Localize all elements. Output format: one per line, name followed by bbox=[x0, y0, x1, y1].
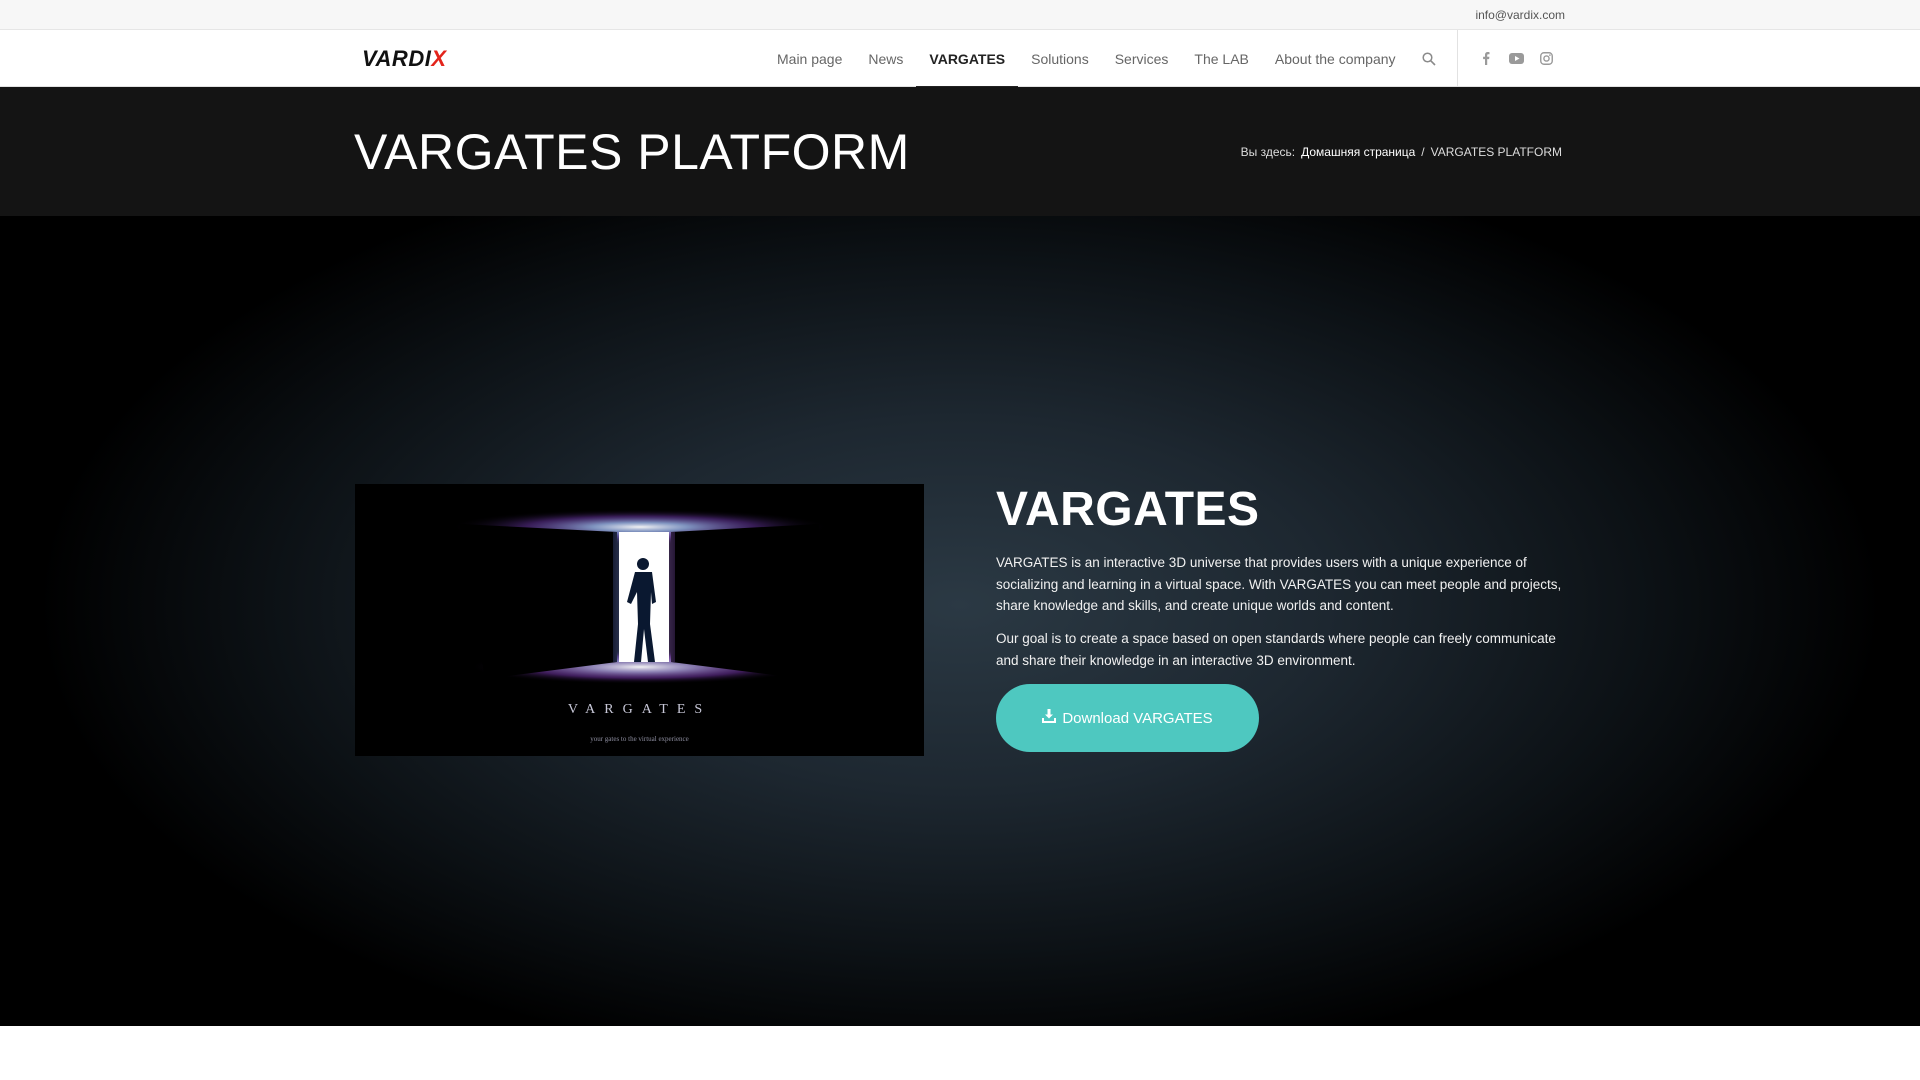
promo-title: VARGATES bbox=[567, 702, 712, 717]
nav-item-the-lab[interactable]: The LAB bbox=[1181, 30, 1261, 87]
vardix-logo[interactable]: VARDIX bbox=[362, 46, 447, 72]
nav-item-main-page[interactable]: Main page bbox=[764, 30, 855, 87]
description-paragraph-1: VARGATES is an interactive 3D universe t… bbox=[996, 555, 1562, 613]
contact-email[interactable]: info@vardix.com bbox=[1475, 8, 1565, 22]
download-icon bbox=[1042, 709, 1057, 727]
promo-subtitle: your gates to the virtual experience bbox=[590, 735, 689, 743]
logo-text: VARDI bbox=[362, 46, 432, 71]
description-paragraph-2: Our goal is to create a space based on o… bbox=[996, 631, 1556, 668]
nav-item-about-company[interactable]: About the company bbox=[1262, 30, 1409, 87]
logo-accent: X bbox=[431, 46, 447, 71]
breadcrumb-current: VARGATES PLATFORM bbox=[1430, 145, 1562, 159]
site-header: VARDIX Main page News VARGATES Solutions… bbox=[0, 30, 1920, 88]
facebook-icon[interactable] bbox=[1478, 51, 1494, 67]
social-links bbox=[1478, 30, 1554, 87]
page-title: VARGATES PLATFORM bbox=[354, 124, 910, 180]
hero-section: VARGATES your gates to the virtual exper… bbox=[0, 216, 1920, 1026]
page-bottom bbox=[0, 1026, 1920, 1080]
youtube-icon[interactable] bbox=[1508, 51, 1524, 67]
instagram-icon[interactable] bbox=[1538, 51, 1554, 67]
breadcrumb-home-link[interactable]: Домашняя страница bbox=[1301, 145, 1415, 159]
download-button-label: Download VARGATES bbox=[1062, 709, 1213, 727]
section-heading: VARGATES bbox=[996, 483, 1260, 536]
breadcrumb: Вы здесь: Домашняя страница / VARGATES P… bbox=[1241, 145, 1562, 159]
nav-item-services[interactable]: Services bbox=[1102, 30, 1182, 87]
nav-item-vargates[interactable]: VARGATES bbox=[916, 30, 1018, 88]
breadcrumb-prefix: Вы здесь: bbox=[1240, 145, 1296, 159]
vargates-promo-image: VARGATES your gates to the virtual exper… bbox=[355, 484, 924, 756]
header-divider bbox=[1457, 30, 1458, 87]
nav-item-solutions[interactable]: Solutions bbox=[1018, 30, 1102, 87]
top-utility-bar: info@vardix.com bbox=[0, 0, 1920, 30]
page-title-bar: VARGATES PLATFORM Вы здесь: Домашняя стр… bbox=[0, 87, 1920, 216]
nav-item-news[interactable]: News bbox=[855, 30, 916, 87]
main-nav: Main page News VARGATES Solutions Servic… bbox=[764, 30, 1449, 88]
breadcrumb-separator: / bbox=[1421, 145, 1425, 159]
download-vargates-button[interactable]: Download VARGATES bbox=[996, 684, 1259, 752]
search-icon[interactable] bbox=[1409, 30, 1449, 87]
